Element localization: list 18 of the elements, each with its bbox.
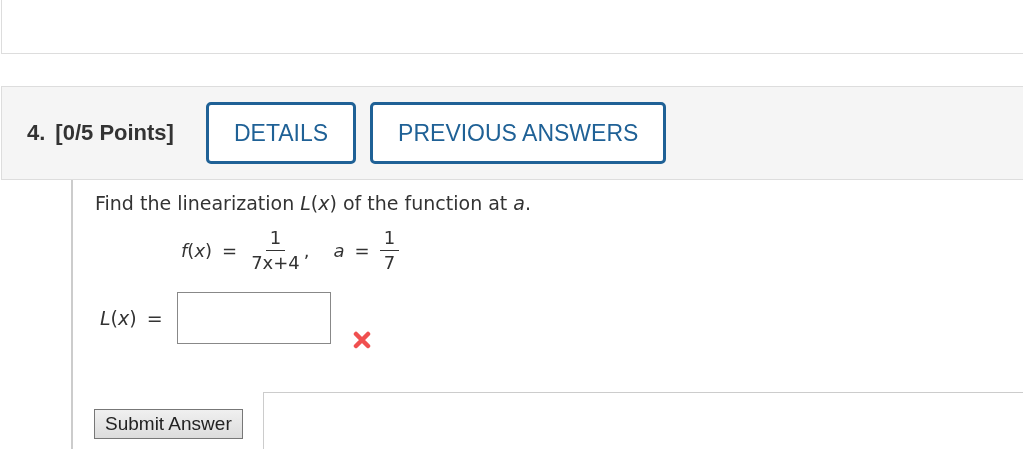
equals-sign: = (222, 239, 238, 261)
comma: , (303, 239, 310, 261)
numerator: 1 (265, 228, 286, 251)
denominator: 7x+4 (250, 250, 301, 273)
equals-sign: = (354, 239, 370, 261)
points-label: [0/5 Points] (55, 120, 174, 146)
answer-label: L(x) (100, 306, 137, 329)
equals-sign: = (146, 306, 163, 329)
submit-button[interactable]: Submit Answer (94, 409, 243, 439)
function-name: f(x) (181, 239, 213, 261)
question-prompt: Find the linearization L(x) of the function at a. (95, 192, 533, 214)
header-button[interactable]: DETAILS (205, 102, 357, 164)
parameter-name: a (333, 239, 345, 261)
numerator: 1 (379, 228, 400, 251)
header-button[interactable]: PREVIOUS ANSWERS (370, 102, 667, 164)
question-number: 4. (27, 120, 46, 146)
answer-field[interactable] (176, 291, 331, 344)
denominator: 7 (382, 250, 397, 273)
